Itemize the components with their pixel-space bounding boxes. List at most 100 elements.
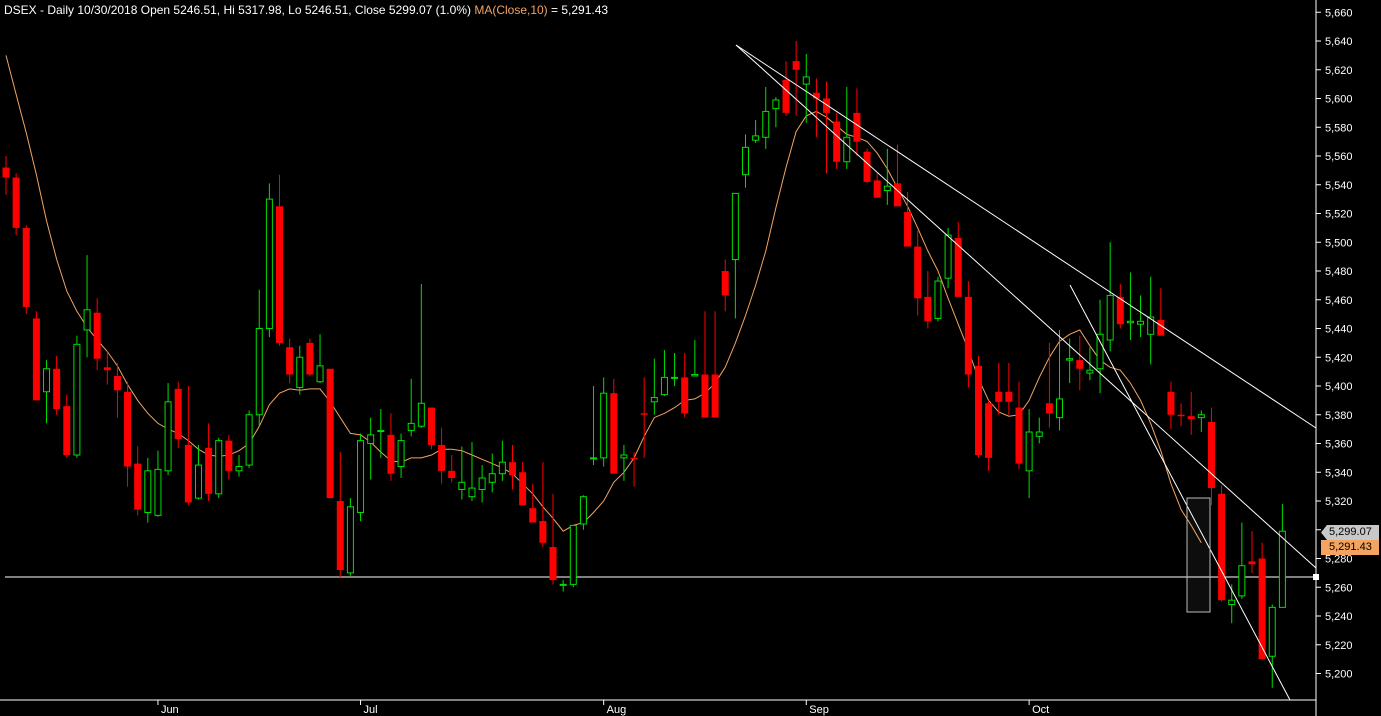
candle	[22, 225, 30, 315]
candles-group	[2, 41, 1286, 688]
candle	[1197, 410, 1205, 432]
candle-body	[1096, 333, 1104, 370]
y-tick-label: 5,520	[1325, 209, 1353, 221]
candlestick-chart: 5,2005,2205,2405,2605,2805,3005,3205,340…	[0, 0, 1353, 716]
candle-body	[721, 271, 729, 296]
candle-body	[265, 198, 273, 329]
candle-body	[296, 356, 304, 388]
candle-body	[964, 296, 972, 375]
candle	[934, 276, 942, 322]
trendline-2[interactable]	[735, 44, 1317, 569]
candle	[1005, 363, 1013, 415]
candle-body	[367, 434, 375, 444]
candle	[1177, 403, 1185, 427]
candle	[407, 378, 415, 437]
candle-body	[1126, 320, 1134, 324]
candle	[569, 524, 577, 588]
y-tick-label: 5,620	[1325, 65, 1353, 77]
candle-body	[579, 496, 587, 525]
axis-frame	[0, 0, 1317, 716]
candle	[2, 156, 10, 195]
candle	[954, 222, 962, 297]
candle-body	[792, 61, 800, 70]
candle-body	[843, 136, 851, 163]
candle-body	[488, 473, 496, 483]
candle-body	[539, 521, 547, 543]
close-price-tag: 5,299.07	[1321, 525, 1379, 540]
candle-body	[1187, 416, 1195, 420]
candle	[32, 311, 40, 401]
candle	[83, 255, 91, 358]
candle-body	[22, 227, 30, 307]
candle-body	[336, 501, 344, 570]
candle	[397, 433, 405, 478]
candle-body	[1157, 319, 1165, 336]
support-line[interactable]	[5, 574, 1319, 580]
candle-body	[205, 447, 213, 494]
candle	[53, 355, 61, 415]
candle-body	[711, 374, 719, 418]
candle	[721, 259, 729, 312]
trendline-1[interactable]	[735, 44, 1317, 429]
candle-body	[43, 368, 51, 393]
candle	[1248, 531, 1256, 573]
candle-body	[346, 506, 354, 574]
candle	[144, 457, 152, 523]
candle-body	[235, 466, 243, 472]
candle-body	[1228, 599, 1236, 605]
candle-body	[478, 477, 486, 490]
candle	[1207, 407, 1215, 506]
candle-body	[194, 464, 202, 499]
candle	[1015, 381, 1023, 470]
candle	[286, 338, 294, 384]
candle	[316, 334, 324, 384]
candle-body	[620, 454, 628, 459]
candle-body	[407, 422, 415, 432]
candle-body	[387, 434, 395, 474]
candle	[549, 493, 557, 585]
candle	[1218, 485, 1226, 602]
candle	[600, 377, 608, 467]
y-tick-label: 5,460	[1325, 295, 1353, 307]
candle	[417, 283, 425, 428]
candle	[620, 444, 628, 481]
candle	[1035, 417, 1043, 444]
candle-body	[468, 487, 476, 498]
candle-body	[2, 167, 10, 178]
y-tick-label: 5,240	[1325, 611, 1353, 623]
candle	[681, 352, 689, 418]
candle	[640, 377, 648, 458]
candle-body	[32, 318, 40, 401]
candle	[1106, 242, 1114, 352]
trendline-3[interactable]	[1069, 284, 1291, 701]
candle-body	[914, 246, 922, 299]
x-tick-label: Jun	[161, 704, 179, 716]
candle	[124, 381, 132, 487]
y-tick-label: 5,600	[1325, 94, 1353, 106]
candle-body	[498, 461, 506, 475]
candle	[883, 148, 891, 205]
candle-body	[286, 347, 294, 375]
candle-body	[509, 462, 516, 476]
candle-body	[316, 365, 324, 383]
candle-body	[1025, 431, 1033, 472]
y-tick-label: 5,360	[1325, 439, 1353, 451]
candle	[326, 368, 334, 499]
candle-body	[326, 368, 334, 499]
candle-body	[1268, 606, 1276, 657]
candle	[812, 78, 820, 138]
selection-box[interactable]	[1186, 497, 1211, 613]
candle-body	[569, 524, 577, 585]
candle	[752, 120, 760, 144]
candle-body	[1207, 421, 1215, 489]
candle	[529, 483, 537, 523]
candle-body	[154, 468, 162, 516]
candle-body	[600, 392, 608, 459]
x-tick-label: Sep	[809, 704, 829, 716]
candle	[194, 444, 202, 500]
candle	[660, 350, 668, 397]
candle-body	[103, 367, 111, 371]
candle	[802, 53, 810, 123]
candle-body	[377, 430, 385, 433]
candle-body	[1086, 369, 1094, 374]
